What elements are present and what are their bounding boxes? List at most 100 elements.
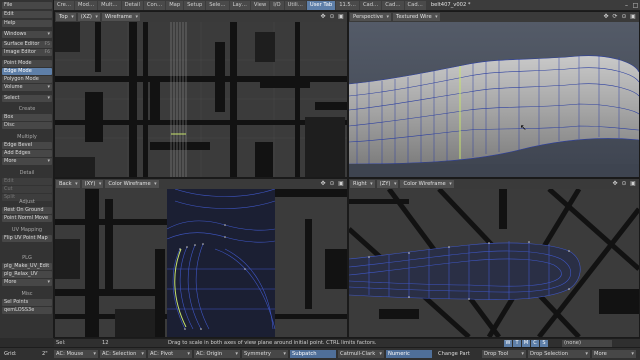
surface-editor-button[interactable]: Surface Editor F5	[2, 41, 52, 48]
subpatch-button[interactable]: Subpatch	[290, 350, 336, 358]
viewport-perspective[interactable]: Perspective Textured Wire ✥⟳⊙▣ ↖	[348, 11, 640, 178]
tab-6[interactable]: Setup	[184, 0, 206, 10]
more-menu-plg[interactable]: More ▾	[2, 279, 52, 286]
selection-count: 12	[102, 340, 109, 346]
detail-heading: Detail	[19, 170, 35, 176]
axis-dropdown[interactable]: (XZ)	[77, 13, 100, 21]
action-center-mouse-dropdown[interactable]: AC: Mouse	[54, 350, 98, 358]
box-button[interactable]: Box	[2, 114, 52, 121]
detail-tool-2[interactable]: Cut	[2, 186, 52, 193]
action-center-pivot-button[interactable]: AC: Pivot	[148, 350, 192, 358]
render-mode-dropdown[interactable]: Color Wireframe	[105, 180, 159, 188]
tab-9[interactable]: View	[250, 0, 270, 10]
flip-uv-button[interactable]: Flip UV Point Map	[2, 235, 52, 242]
axis-dropdown[interactable]: (ZY)	[376, 180, 399, 188]
viewport-top[interactable]: Top (XZ) Wireframe ✥⊙▣	[54, 11, 348, 178]
maximize-view-icon[interactable]: ▣	[337, 180, 345, 188]
toggle-t[interactable]: T	[513, 340, 521, 347]
sel-points-button[interactable]: Sel Points	[2, 299, 52, 306]
tab-5[interactable]: Map	[166, 0, 184, 10]
tab-4[interactable]: Con…	[143, 0, 166, 10]
plg-relax-uv-button[interactable]: plg_Relax_UV	[2, 271, 52, 278]
tab-13[interactable]: 11.5…	[336, 0, 359, 10]
file-menu[interactable]: File	[2, 2, 52, 9]
tab-8[interactable]: Lay…	[229, 0, 250, 10]
toggle-m[interactable]: M	[522, 340, 530, 347]
numeric-button[interactable]: Numeric	[386, 350, 432, 358]
more-menu-bottom[interactable]: More	[592, 350, 636, 358]
tab-16[interactable]: Cad…	[404, 0, 426, 10]
minimize-icon[interactable]: –	[622, 1, 631, 10]
render-mode-dropdown[interactable]: Color Wireframe	[400, 180, 454, 188]
move-view-icon[interactable]: ✥	[319, 180, 327, 188]
rest-on-ground-button[interactable]: Rest On Ground	[2, 207, 52, 214]
volume-button[interactable]: Volume ▾	[2, 84, 52, 91]
toggle-s[interactable]: S	[540, 340, 548, 347]
view-type-dropdown[interactable]: Perspective	[350, 13, 392, 21]
viewport-back[interactable]: Back (XY) Color Wireframe ✥⊙▣	[54, 178, 348, 338]
zoom-view-icon[interactable]: ⊙	[328, 180, 336, 188]
tab-15[interactable]: Cad…	[382, 0, 404, 10]
tab-0[interactable]: Cre…	[54, 0, 75, 10]
point-mode-button[interactable]: Point Mode	[2, 60, 52, 67]
vertex-map-dropdown[interactable]: (none)	[562, 340, 612, 347]
viewport-right[interactable]: Right (ZY) Color Wireframe ✥⊙▣	[348, 178, 640, 338]
tab-3[interactable]: Detail	[121, 0, 143, 10]
edit-menu[interactable]: Edit	[2, 11, 52, 18]
tab-bar: Cre… Mod… Mult… Detail Con… Map Setup Sele… Lay……	[54, 0, 640, 11]
view-type-dropdown[interactable]: Right	[350, 180, 375, 188]
zoom-view-icon[interactable]: ⊙	[620, 180, 628, 188]
windows-menu[interactable]: Windows ▾	[2, 31, 52, 38]
tool-hint: Drag to scale in both axes of view plane…	[168, 340, 377, 346]
drop-selection-button[interactable]: Drop Selection	[528, 350, 590, 358]
point-normal-move-button[interactable]: Point Norml Move	[2, 215, 52, 222]
add-edges-button[interactable]: Add Edges	[2, 150, 52, 157]
tab-2[interactable]: Mult…	[98, 0, 121, 10]
viewport-header: Top (XZ) Wireframe ✥⊙▣	[55, 12, 347, 22]
image-editor-button[interactable]: Image Editor F6	[2, 49, 52, 56]
toggle-w[interactable]: W	[504, 340, 512, 347]
drop-tool-button[interactable]: Drop Tool	[482, 350, 526, 358]
disc-button[interactable]: Disc	[2, 122, 52, 129]
action-center-selection-button[interactable]: AC: Selection	[100, 350, 146, 358]
change-part-button[interactable]: Change Part	[436, 350, 470, 358]
zoom-view-icon[interactable]: ⊙	[620, 13, 628, 21]
maximize-view-icon[interactable]: ▣	[629, 180, 637, 188]
tab-10[interactable]: I/O	[270, 0, 284, 10]
axis-dropdown[interactable]: (XY)	[81, 180, 104, 188]
move-view-icon[interactable]: ✥	[319, 13, 327, 21]
toggle-c[interactable]: C	[531, 340, 539, 347]
maximize-view-icon[interactable]: ▣	[337, 13, 345, 21]
grid-value: 2"	[42, 351, 48, 357]
render-mode-dropdown[interactable]: Textured Wire	[393, 13, 440, 21]
tab-12[interactable]: User Tab	[306, 0, 336, 10]
view-type-dropdown[interactable]: Top	[56, 13, 76, 21]
move-view-icon[interactable]: ✥	[602, 13, 610, 21]
select-menu[interactable]: Select ▾	[2, 95, 52, 102]
view-type-dropdown[interactable]: Back	[56, 180, 80, 188]
move-view-icon[interactable]: ✥	[611, 180, 619, 188]
symmetry-button[interactable]: Symmetry	[242, 350, 288, 358]
edge-mode-button[interactable]: Edge Mode	[2, 68, 52, 75]
more-menu-multiply[interactable]: More ▾	[2, 158, 52, 165]
detail-tool-1[interactable]: Edit	[2, 178, 52, 185]
misc-heading: Misc	[21, 291, 33, 297]
zoom-view-icon[interactable]: ⊙	[328, 13, 336, 21]
tab-1[interactable]: Mod…	[75, 0, 98, 10]
multiply-heading: Multiply	[17, 134, 37, 140]
maximize-icon[interactable]: □	[631, 1, 640, 10]
chevron-down-icon: ▾	[47, 95, 50, 101]
tab-7[interactable]: Sele…	[206, 0, 229, 10]
subpatch-type-dropdown[interactable]: Catmull-Clark	[338, 350, 384, 358]
qemloss-button[interactable]: qemLOSS3e	[2, 307, 52, 314]
maximize-view-icon[interactable]: ▣	[629, 13, 637, 21]
help-menu[interactable]: Help	[2, 20, 52, 27]
polygon-mode-button[interactable]: Polygon Mode	[2, 76, 52, 83]
edge-bevel-button[interactable]: Edge Bevel	[2, 142, 52, 149]
render-mode-dropdown[interactable]: Wireframe	[101, 13, 140, 21]
rotate-view-icon[interactable]: ⟳	[611, 13, 619, 21]
action-center-origin-button[interactable]: AC: Origin	[194, 350, 240, 358]
tab-14[interactable]: Cad…	[359, 0, 382, 10]
plg-make-uv-edit-button[interactable]: plg_Make_UV_Edit	[2, 263, 52, 270]
tab-11[interactable]: Utili…	[284, 0, 306, 10]
